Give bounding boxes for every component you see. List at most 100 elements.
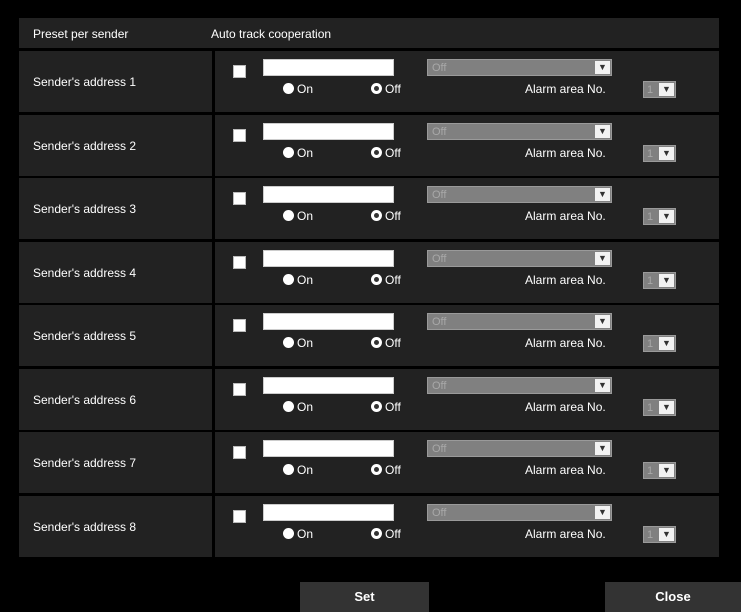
sender-address-input[interactable]	[263, 250, 394, 267]
chevron-down-icon[interactable]: ▼	[595, 252, 610, 265]
chevron-down-icon[interactable]: ▼	[595, 188, 610, 201]
radio-off-icon[interactable]	[371, 147, 382, 158]
preset-select[interactable]: Off ▼	[427, 313, 612, 330]
radio-off-icon[interactable]	[371, 210, 382, 221]
sender-row: Sender's address 3 On Off Off ▼ Alarm area No…	[19, 178, 719, 239]
preset-select[interactable]: Off ▼	[427, 123, 612, 140]
preset-select-value: Off	[432, 507, 447, 519]
chevron-down-icon[interactable]: ▼	[659, 401, 674, 414]
enable-checkbox[interactable]	[233, 65, 246, 78]
alarm-area-label: Alarm area No.	[525, 273, 606, 287]
alarm-area-label: Alarm area No.	[525, 336, 606, 350]
radio-off-icon[interactable]	[371, 337, 382, 348]
sender-row: Sender's address 7 On Off Off ▼ Alarm area No…	[19, 432, 719, 493]
radio-off-label: Off	[385, 273, 401, 287]
sender-row: Sender's address 2 On Off Off ▼ Alarm area No…	[19, 115, 719, 176]
sender-address-label: Sender's address 5	[33, 329, 137, 343]
preset-select[interactable]: Off ▼	[427, 186, 612, 203]
radio-off-label: Off	[385, 82, 401, 96]
alarm-area-select[interactable]: 1 ▼	[643, 526, 676, 543]
preset-select[interactable]: Off ▼	[427, 504, 612, 521]
chevron-down-icon[interactable]: ▼	[595, 506, 610, 519]
alarm-area-select[interactable]: 1 ▼	[643, 81, 676, 98]
alarm-area-select[interactable]: 1 ▼	[643, 335, 676, 352]
radio-off-label: Off	[385, 527, 401, 541]
sender-label-cell: Sender's address 3	[19, 178, 212, 239]
sender-address-input[interactable]	[263, 313, 394, 330]
chevron-down-icon[interactable]: ▼	[659, 464, 674, 477]
sender-address-input[interactable]	[263, 440, 394, 457]
alarm-area-value: 1	[647, 529, 654, 541]
preset-select-value: Off	[432, 189, 447, 201]
enable-checkbox[interactable]	[233, 510, 246, 523]
radio-off-icon[interactable]	[371, 528, 382, 539]
alarm-area-label: Alarm area No.	[525, 527, 606, 541]
alarm-area-select[interactable]: 1 ▼	[643, 145, 676, 162]
alarm-area-select[interactable]: 1 ▼	[643, 462, 676, 479]
alarm-area-value: 1	[647, 338, 654, 350]
sender-address-input[interactable]	[263, 504, 394, 521]
radio-off-icon[interactable]	[371, 401, 382, 412]
close-button[interactable]: Close	[605, 582, 741, 612]
set-button[interactable]: Set	[300, 582, 429, 612]
chevron-down-icon[interactable]: ▼	[659, 528, 674, 541]
alarm-area-select[interactable]: 1 ▼	[643, 272, 676, 289]
preset-select-value: Off	[432, 380, 447, 392]
radio-on-icon[interactable]	[283, 528, 294, 539]
radio-on-icon[interactable]	[283, 464, 294, 475]
alarm-area-select[interactable]: 1 ▼	[643, 208, 676, 225]
auto-track-cell: On Off Off ▼ Alarm area No. 1 ▼	[215, 115, 719, 176]
chevron-down-icon[interactable]: ▼	[595, 442, 610, 455]
enable-checkbox[interactable]	[233, 383, 246, 396]
chevron-down-icon[interactable]: ▼	[659, 83, 674, 96]
chevron-down-icon[interactable]: ▼	[595, 379, 610, 392]
enable-checkbox[interactable]	[233, 446, 246, 459]
alarm-area-select[interactable]: 1 ▼	[643, 399, 676, 416]
chevron-down-icon[interactable]: ▼	[595, 61, 610, 74]
chevron-down-icon[interactable]: ▼	[659, 147, 674, 160]
alarm-area-label: Alarm area No.	[525, 400, 606, 414]
auto-track-cell: On Off Off ▼ Alarm area No. 1 ▼	[215, 178, 719, 239]
radio-off-icon[interactable]	[371, 464, 382, 475]
radio-off-icon[interactable]	[371, 83, 382, 94]
enable-checkbox[interactable]	[233, 256, 246, 269]
sender-row: Sender's address 6 On Off Off ▼ Alarm area No…	[19, 369, 719, 430]
chevron-down-icon[interactable]: ▼	[659, 274, 674, 287]
auto-track-cell: On Off Off ▼ Alarm area No. 1 ▼	[215, 369, 719, 430]
radio-off-icon[interactable]	[371, 274, 382, 285]
chevron-down-icon[interactable]: ▼	[595, 315, 610, 328]
preset-select[interactable]: Off ▼	[427, 250, 612, 267]
radio-on-icon[interactable]	[283, 337, 294, 348]
alarm-area-label: Alarm area No.	[525, 209, 606, 223]
chevron-down-icon[interactable]: ▼	[659, 337, 674, 350]
radio-on-icon[interactable]	[283, 210, 294, 221]
radio-on-icon[interactable]	[283, 83, 294, 94]
header-preset-per-sender: Preset per sender	[33, 27, 129, 41]
sender-label-cell: Sender's address 4	[19, 242, 212, 303]
sender-address-input[interactable]	[263, 377, 394, 394]
preset-select[interactable]: Off ▼	[427, 59, 612, 76]
radio-on-icon[interactable]	[283, 147, 294, 158]
enable-checkbox[interactable]	[233, 192, 246, 205]
chevron-down-icon[interactable]: ▼	[659, 210, 674, 223]
sender-address-input[interactable]	[263, 186, 394, 203]
auto-track-cell: On Off Off ▼ Alarm area No. 1 ▼	[215, 51, 719, 112]
enable-checkbox[interactable]	[233, 129, 246, 142]
radio-on-icon[interactable]	[283, 401, 294, 412]
sender-label-cell: Sender's address 2	[19, 115, 212, 176]
sender-address-label: Sender's address 1	[33, 75, 137, 89]
alarm-area-label: Alarm area No.	[525, 146, 606, 160]
preset-select[interactable]: Off ▼	[427, 440, 612, 457]
chevron-down-icon[interactable]: ▼	[595, 125, 610, 138]
sender-address-input[interactable]	[263, 123, 394, 140]
auto-track-cell: On Off Off ▼ Alarm area No. 1 ▼	[215, 496, 719, 557]
sender-row: Sender's address 8 On Off Off ▼ Alarm area No…	[19, 496, 719, 557]
radio-on-icon[interactable]	[283, 274, 294, 285]
sender-address-input[interactable]	[263, 59, 394, 76]
sender-address-label: Sender's address 7	[33, 456, 137, 470]
preset-select[interactable]: Off ▼	[427, 377, 612, 394]
enable-checkbox[interactable]	[233, 319, 246, 332]
alarm-area-label: Alarm area No.	[525, 463, 606, 477]
alarm-area-value: 1	[647, 465, 654, 477]
alarm-area-value: 1	[647, 211, 654, 223]
